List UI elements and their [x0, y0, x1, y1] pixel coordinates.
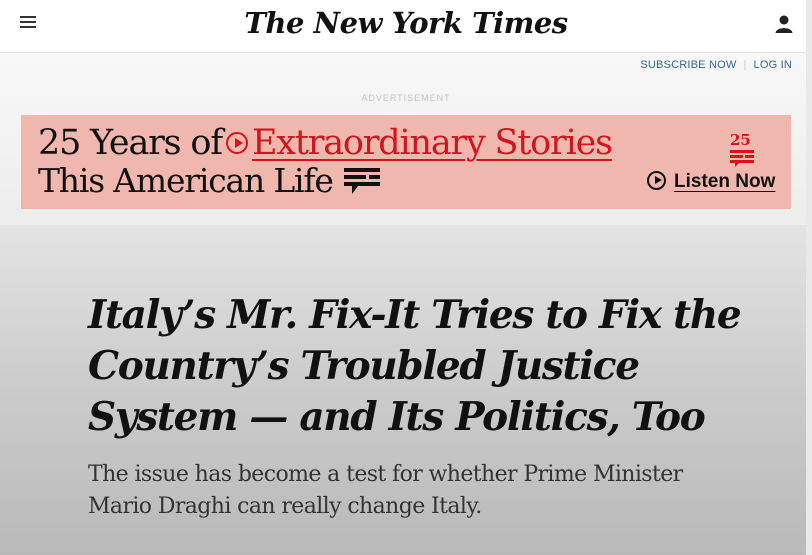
article-summary: The issue has become a test for whether …: [88, 462, 683, 519]
user-icon[interactable]: [774, 14, 794, 34]
scrollbar[interactable]: [806, 0, 812, 555]
article-hero: Italy’s Mr. Fix-It Tries to Fix the Coun…: [0, 225, 812, 555]
advertisement-label: ADVERTISEMENT: [361, 93, 451, 103]
link-divider: |: [743, 59, 747, 71]
flag-icon: [730, 150, 754, 167]
ad-show-title: This American Life: [38, 161, 334, 200]
header-strip: SUBSCRIBE NOW | LOG IN ADVERTISEMENT 25 Ye…: [0, 53, 812, 225]
play-icon: [647, 171, 666, 190]
account-links: SUBSCRIBE NOW | LOG IN: [640, 59, 792, 71]
anniversary-badge: 25: [730, 131, 776, 167]
article-headline[interactable]: Italy’s Mr. Fix-It Tries to Fix the Coun…: [88, 290, 788, 443]
ad-headline-highlight: Extraordinary Stories: [251, 123, 613, 163]
subscribe-now-link[interactable]: SUBSCRIBE NOW: [640, 59, 736, 71]
play-circle-icon: [225, 131, 248, 154]
nyt-logo[interactable]: The New York Times: [0, 6, 812, 40]
listen-now-label: Listen Now: [674, 171, 776, 193]
ad-show-name: This American Life: [38, 161, 382, 202]
ad-headline: 25 Years of Extraordinary Stories: [38, 123, 613, 163]
speech-bubble-icon: [344, 168, 381, 194]
anniversary-number: 25: [730, 131, 751, 149]
masthead-bar: The New York Times: [0, 0, 812, 53]
listen-now-button[interactable]: Listen Now: [647, 171, 775, 195]
ad-banner[interactable]: 25 Years of Extraordinary Stories This Am…: [21, 115, 791, 209]
ad-headline-start: 25 Years of: [38, 123, 223, 163]
log-in-link[interactable]: LOG IN: [754, 59, 793, 71]
